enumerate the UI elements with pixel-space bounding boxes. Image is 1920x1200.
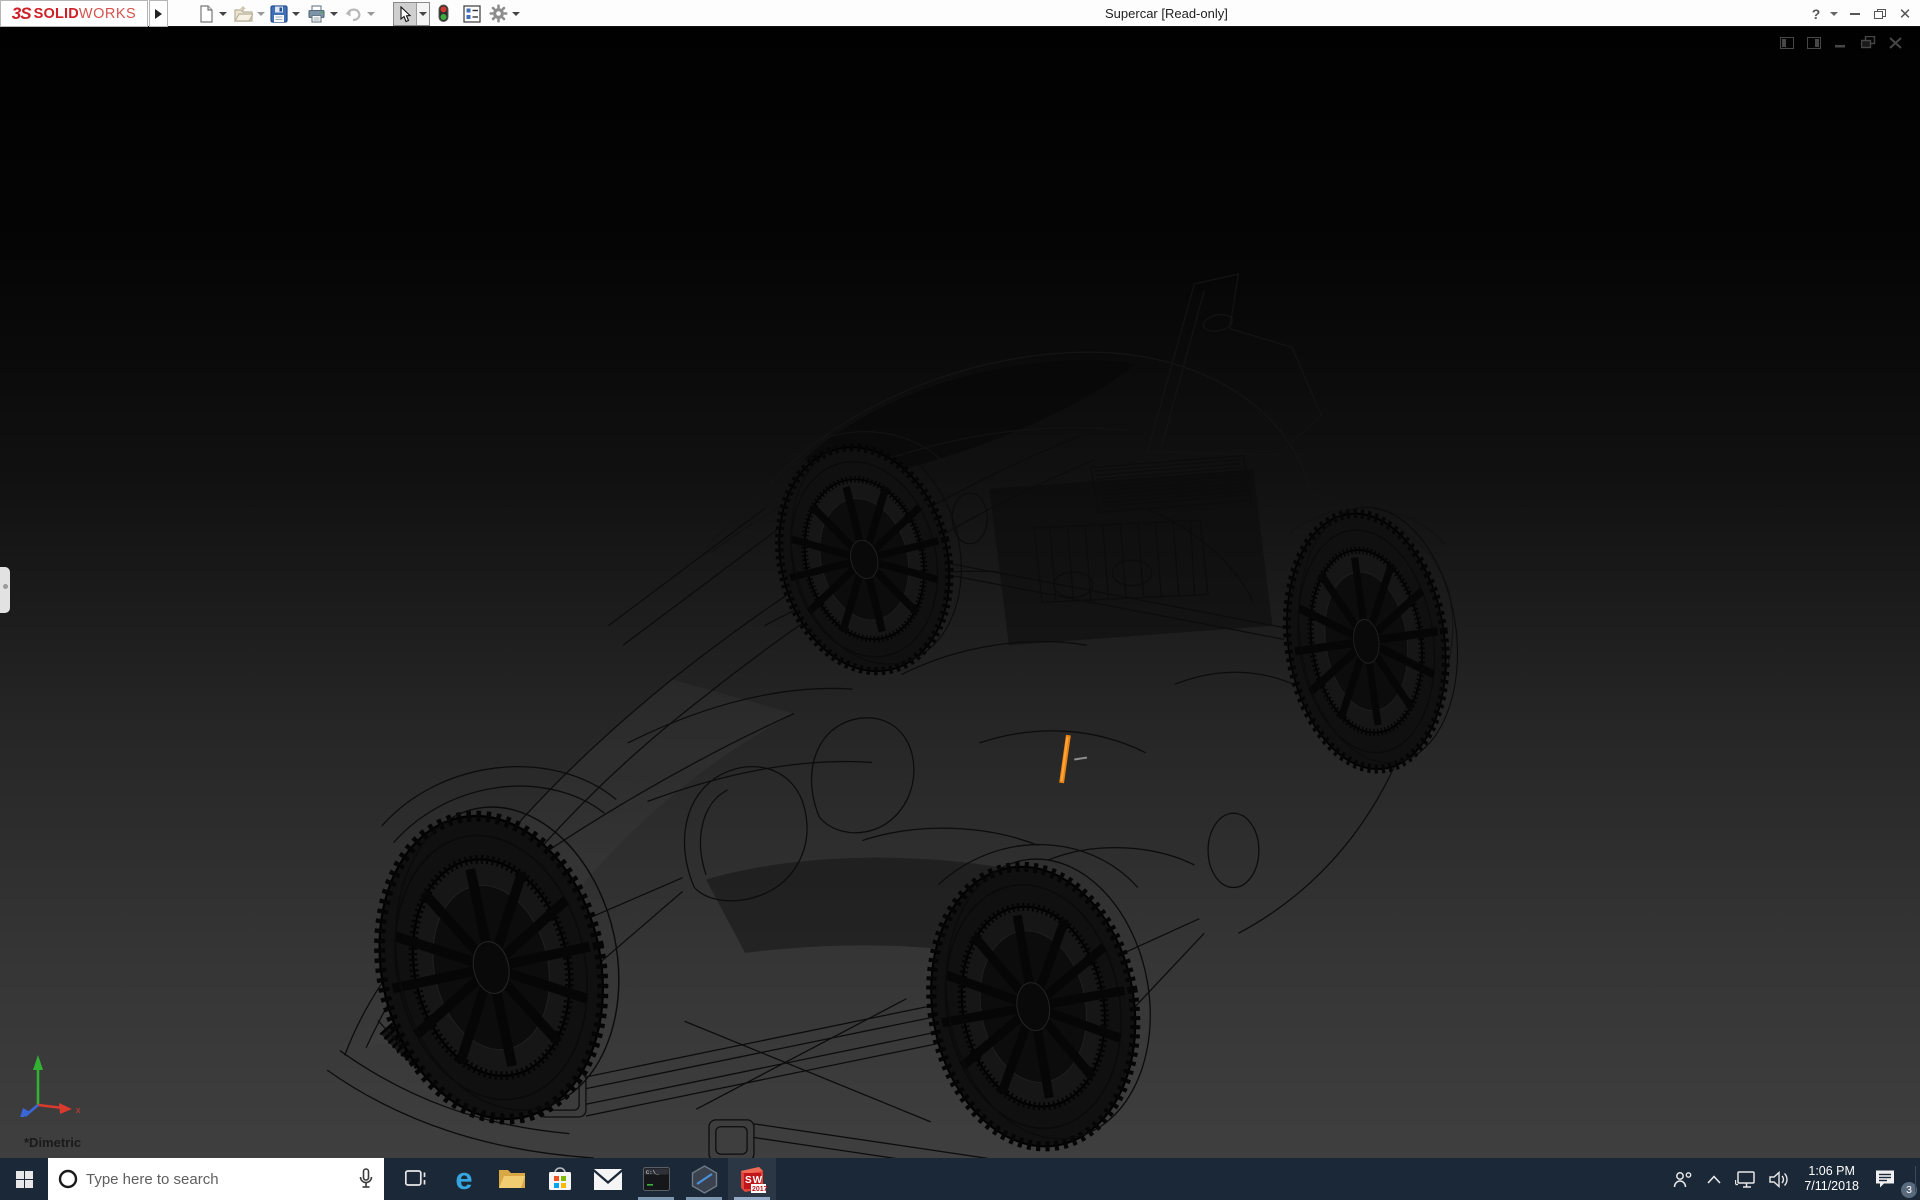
open-folder-icon [234,5,253,23]
save-floppy-icon [270,5,288,23]
svg-text:C:\_: C:\_ [646,1169,660,1176]
select-tool-button[interactable] [393,0,430,27]
minimize-button[interactable] [1843,0,1867,27]
system-tray: 1:06 PM 7/11/2018 3 [1666,1158,1910,1200]
taskbar-search[interactable] [48,1158,384,1200]
help-dropdown[interactable] [1826,0,1840,27]
help-button[interactable]: ? [1806,0,1826,27]
store-icon [547,1166,573,1192]
network-icon [1735,1171,1755,1188]
chevron-up-icon [1707,1175,1721,1184]
clock-date: 7/11/2018 [1804,1179,1859,1194]
speaker-icon [1769,1171,1789,1188]
logo-monogram: 3S [12,4,31,24]
z-axis-arrow [19,1108,30,1117]
network-button[interactable] [1728,1158,1762,1200]
hexagon-app-icon [691,1165,718,1194]
chevron-down-icon[interactable] [292,12,300,16]
close-icon: ✕ [1899,5,1912,23]
y-axis-arrow [33,1055,43,1070]
stoplight-icon [437,4,450,23]
orientation-triad[interactable]: x [6,1027,96,1117]
edge-icon: e [455,1165,472,1193]
car-wireframe [0,27,1920,1158]
wheel-rear-right [1270,497,1474,780]
taskbar-app-command-prompt[interactable]: C:\_ [632,1158,680,1200]
options-button[interactable] [489,0,520,27]
document-window-controls [1780,36,1902,49]
chevron-down-icon[interactable] [219,12,227,16]
taskbar-app-solidworks[interactable]: SW 2017 [728,1158,776,1200]
minimize-icon [1850,13,1860,15]
restore-button[interactable] [1868,0,1892,27]
graphics-area[interactable]: x *Dimetric [0,27,1920,1158]
microphone-icon[interactable] [358,1168,374,1190]
chevron-down-icon[interactable] [512,12,520,16]
new-document-button[interactable] [197,0,227,27]
cortana-circle-icon [58,1169,78,1189]
task-view-icon [405,1170,427,1188]
window-title: Supercar [Read-only] [1105,0,1228,27]
wheel-front-right [755,422,985,690]
svg-text:2017: 2017 [752,1186,767,1193]
select-dropdown[interactable] [416,3,429,25]
action-center-button[interactable]: 3 [1867,1158,1910,1200]
play-arrow-icon [155,9,162,19]
close-button[interactable]: ✕ [1893,0,1917,27]
chevron-down-icon[interactable] [257,12,265,16]
document-minimize-icon[interactable] [1834,37,1848,49]
solidworks-logo: 3S SOLID WORKS [0,0,148,27]
search-input[interactable] [86,1171,350,1188]
solidworks-2017-icon: SW 2017 [737,1164,767,1194]
display-stoplight-button[interactable] [437,0,450,27]
x-axis-arrow [59,1103,72,1114]
mail-icon [594,1169,622,1190]
file-properties-button[interactable] [463,0,481,27]
gear-icon [489,4,508,23]
show-pane-right-icon[interactable] [1807,37,1821,49]
windows-logo-icon [16,1171,33,1188]
start-button[interactable] [0,1158,48,1200]
x-axis-label: x [76,1105,81,1115]
show-desktop-divider[interactable] [1915,1166,1916,1192]
clock[interactable]: 1:06 PM 7/11/2018 [1796,1164,1867,1194]
document-restore-icon[interactable] [1861,36,1876,49]
document-close-icon[interactable] [1889,37,1902,49]
command-prompt-icon: C:\_ [643,1167,670,1191]
printer-icon [307,5,326,23]
chevron-down-icon[interactable] [367,12,375,16]
taskbar: e C:\_ [0,1158,1920,1200]
open-button[interactable] [234,0,265,27]
file-explorer-icon [498,1167,526,1191]
task-view-button[interactable] [392,1158,440,1200]
undo-arrow-icon [344,5,363,23]
action-center-icon [1874,1169,1896,1189]
chevron-down-icon[interactable] [330,12,338,16]
flyout-dot [3,584,8,589]
undo-button[interactable] [344,0,375,27]
print-button[interactable] [307,0,338,27]
titlebar: 3S SOLID WORKS [0,0,1920,27]
view-orientation-label: *Dimetric [24,1135,81,1150]
restore-icon [1874,9,1886,19]
clock-time: 1:06 PM [1808,1164,1855,1179]
properties-list-icon [463,5,481,23]
people-icon [1673,1171,1693,1188]
show-pane-left-icon[interactable] [1780,37,1794,49]
hidden-icons-button[interactable] [1700,1158,1728,1200]
volume-button[interactable] [1762,1158,1796,1200]
taskbar-app-file-explorer[interactable] [488,1158,536,1200]
taskbar-app-mail[interactable] [584,1158,632,1200]
people-button[interactable] [1666,1158,1700,1200]
cursor-arrow-icon [394,3,416,25]
toolbar-expand-arrow[interactable] [149,0,168,27]
taskbar-app-store[interactable] [536,1158,584,1200]
save-button[interactable] [270,0,300,27]
new-document-icon [197,5,215,23]
panel-flyout-tab[interactable] [0,567,10,613]
selected-edge[interactable] [1062,735,1087,783]
taskbar-app-hexagon[interactable] [680,1158,728,1200]
taskbar-app-edge[interactable]: e [440,1158,488,1200]
